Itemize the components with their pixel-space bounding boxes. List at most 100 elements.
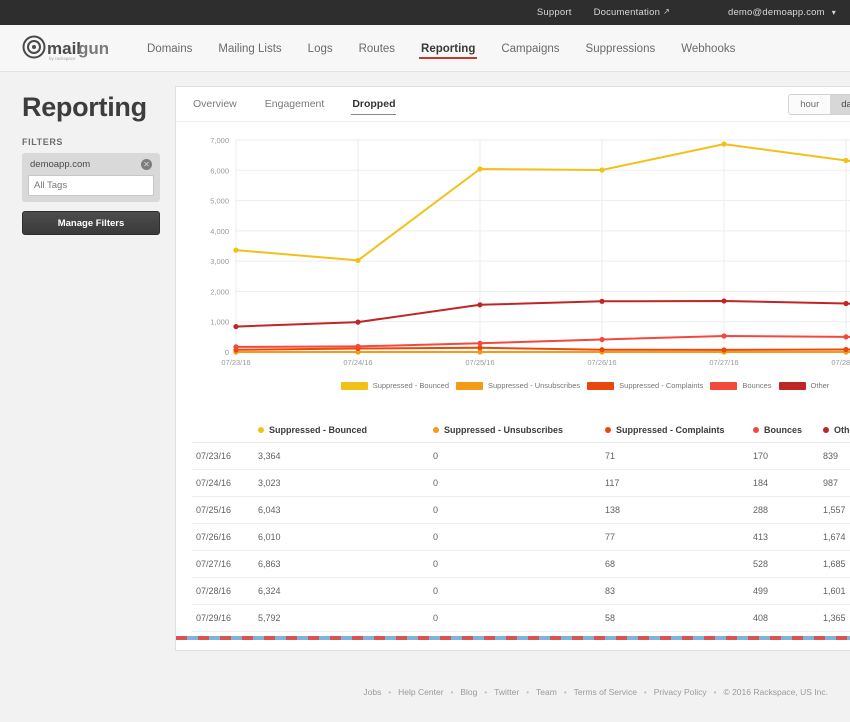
stamp-dash [726, 636, 737, 640]
series-point[interactable] [843, 157, 849, 164]
tab-overview[interactable]: Overview [192, 88, 238, 120]
cell-bounced: 6,043 [254, 496, 429, 524]
y-axis-tick-label: 5,000 [210, 197, 229, 206]
cell-bounces: 170 [749, 442, 819, 470]
manage-filters-button[interactable]: Manage Filters [22, 211, 160, 235]
cell-complaints: 77 [601, 523, 749, 551]
table-row: 07/29/16 5,792 0 58 408 1,365 [192, 604, 850, 632]
series-point[interactable] [599, 336, 605, 343]
cell-bounced: 3,023 [254, 469, 429, 497]
series-point[interactable] [233, 344, 239, 350]
series-point[interactable] [721, 333, 727, 339]
series-line [235, 346, 850, 351]
series-point[interactable] [721, 141, 727, 147]
nav-item-campaigns[interactable]: Campaigns [499, 29, 561, 68]
stamp-dash [264, 636, 275, 640]
footer-link-team[interactable]: Team [536, 687, 557, 697]
series-point[interactable] [843, 300, 849, 307]
series-point[interactable] [721, 298, 727, 304]
granularity-option-hour[interactable]: hour [789, 94, 831, 114]
close-circle-icon[interactable]: ✕ [141, 159, 152, 170]
stamp-dash [385, 636, 396, 640]
series-point[interactable] [355, 319, 361, 325]
stamp-dash [627, 636, 638, 640]
download-csv-row: Download CSV [176, 390, 850, 418]
stamp-dash [737, 636, 748, 640]
series-point[interactable] [599, 347, 605, 353]
cell-complaints: 117 [601, 469, 749, 497]
stamp-dash [781, 636, 792, 640]
series-point[interactable] [477, 166, 483, 172]
tab-engagement[interactable]: Engagement [264, 88, 326, 120]
series-line [235, 300, 850, 328]
tab-dropped[interactable]: Dropped [351, 88, 397, 120]
table-row: 07/28/16 6,324 0 83 499 1,601 [192, 577, 850, 605]
cell-date: 07/23/16 [192, 442, 254, 470]
nav-item-domains[interactable]: Domains [145, 29, 194, 68]
series-point[interactable] [233, 247, 239, 253]
series-point[interactable] [477, 340, 483, 346]
cell-unsubscribes: 0 [429, 604, 601, 632]
documentation-link[interactable]: Documentation ↗ [594, 7, 670, 18]
series-point[interactable] [355, 343, 361, 350]
cell-bounced: 6,324 [254, 577, 429, 605]
stamp-dash [616, 636, 627, 640]
nav-item-routes[interactable]: Routes [357, 29, 397, 68]
footer-link-terms-of-service[interactable]: Terms of Service [574, 687, 637, 697]
nav-item-webhooks[interactable]: Webhooks [679, 29, 737, 68]
y-axis-tick-label: 7,000 [210, 136, 229, 145]
legend-item[interactable]: Bounces [710, 381, 772, 390]
table-head: Suppressed - Bounced Suppressed - Unsubs… [192, 420, 850, 443]
stamp-dash [440, 636, 451, 640]
nav-item-reporting[interactable]: Reporting [419, 29, 478, 68]
legend-label: Bounces [742, 381, 772, 390]
cell-bounced: 5,792 [254, 604, 429, 632]
series-point[interactable] [843, 346, 849, 353]
account-menu[interactable]: demo@demoapp.com ▾ [728, 7, 836, 18]
support-link[interactable]: Support [537, 7, 572, 18]
x-axis-tick-label: 07/28/16 [831, 358, 850, 367]
granularity-option-day[interactable]: day [830, 94, 850, 114]
legend-item[interactable]: Suppressed - Unsubscribes [456, 381, 580, 390]
footer-link-jobs[interactable]: Jobs [363, 687, 381, 697]
table-row: 07/27/16 6,863 0 68 528 1,685 [192, 550, 850, 578]
stamp-dash [550, 636, 561, 640]
footer-link-privacy-policy[interactable]: Privacy Policy [654, 687, 707, 697]
nav-item-mailing-lists[interactable]: Mailing Lists [216, 29, 283, 68]
footer-link-help-center[interactable]: Help Center [398, 687, 443, 697]
legend-item[interactable]: Suppressed - Bounced [340, 381, 449, 390]
stamp-dash [352, 636, 363, 640]
stamp-dash [759, 636, 770, 640]
footer-link-blog[interactable]: Blog [460, 687, 477, 697]
stamp-dash [308, 636, 319, 640]
tags-input[interactable] [28, 175, 154, 196]
legend-item[interactable]: Other [778, 381, 829, 390]
col-label: Suppressed - Complaints [616, 425, 725, 435]
cell-complaints: 71 [601, 442, 749, 470]
stamp-dash [748, 636, 759, 640]
nav-item-suppressions[interactable]: Suppressions [584, 29, 658, 68]
content-column: Overview Engagement Dropped hour day 07/… [175, 86, 850, 651]
nav-item-logs[interactable]: Logs [306, 29, 335, 68]
cell-bounces: 288 [749, 496, 819, 524]
legend-item[interactable]: Suppressed - Complaints [587, 381, 703, 390]
legend-label: Suppressed - Unsubscribes [488, 381, 581, 390]
stamp-dash [330, 636, 341, 640]
series-point[interactable] [843, 334, 849, 340]
series-point[interactable] [233, 323, 239, 330]
stamp-dash [792, 636, 803, 640]
series-point[interactable] [599, 167, 605, 173]
series-point[interactable] [355, 257, 361, 264]
series-point[interactable] [721, 347, 727, 353]
mailgun-logo[interactable]: mail gun by rackspace [22, 34, 108, 62]
stamp-dash [341, 636, 352, 640]
footer-link-twitter[interactable]: Twitter [494, 687, 519, 697]
series-point[interactable] [477, 345, 483, 351]
series-point[interactable] [477, 302, 483, 308]
stamp-dash [473, 636, 484, 640]
filters-label: FILTERS [22, 137, 64, 147]
series-point[interactable] [599, 298, 605, 304]
stamp-dash [231, 636, 242, 640]
card-header: Overview Engagement Dropped hour day 07/… [176, 87, 850, 122]
stamp-dash [462, 636, 473, 640]
